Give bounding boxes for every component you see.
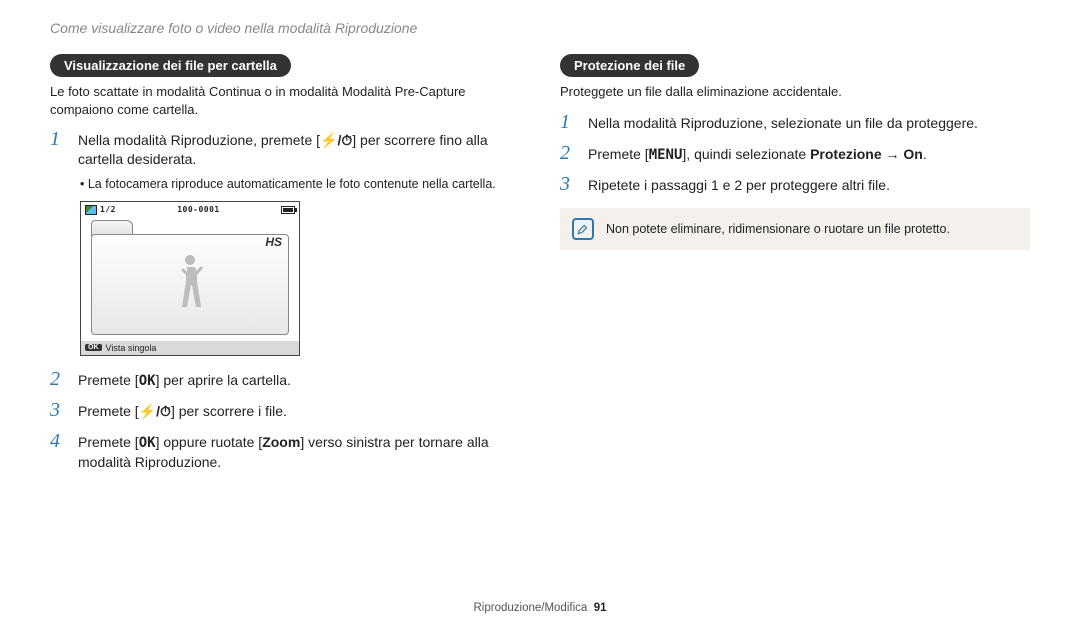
step-number: 3 <box>50 399 68 422</box>
option-protezione: Protezione <box>810 146 882 162</box>
page-number: 91 <box>594 602 607 614</box>
left-step-2: 2 Premete [OK] per aprire la cartella. <box>50 368 520 391</box>
step-number: 1 <box>560 111 578 134</box>
lcd-folder: HS <box>91 220 289 335</box>
step-text: Premete [OK] oppure ruotate [Zoom] verso… <box>78 433 520 472</box>
lcd-bottom-label: Vista singola <box>106 343 157 353</box>
text: Premete [ <box>78 434 139 450</box>
right-step-1: 1 Nella modalità Riproduzione, seleziona… <box>560 111 1030 134</box>
arrow-icon: → <box>882 146 904 162</box>
left-intro: Le foto scattate in modalità Continua o … <box>50 83 520 118</box>
hs-label: HS <box>265 235 282 249</box>
step-text: Ripetete i passaggi 1 e 2 per proteggere… <box>588 176 890 195</box>
flash-timer-icon: ⚡/⏱ <box>139 403 171 419</box>
note-text: Non potete eliminare, ridimensionare o r… <box>606 222 950 236</box>
step-number: 2 <box>50 368 68 391</box>
lcd-counter: 1/2 <box>100 205 116 214</box>
step-number: 3 <box>560 173 578 196</box>
step-number: 1 <box>50 128 68 151</box>
text: Premete [ <box>588 146 649 162</box>
step-text: Nella modalità Riproduzione, premete [⚡/… <box>78 131 520 169</box>
step-text: Premete [MENU], quindi selezionate Prote… <box>588 145 927 165</box>
left-step-3: 3 Premete [⚡/⏱] per scorrere i file. <box>50 399 520 422</box>
step-text: Premete [⚡/⏱] per scorrere i file. <box>78 402 287 421</box>
text: ] oppure ruotate [ <box>156 434 263 450</box>
text: . <box>923 146 927 162</box>
ok-chip-icon: OK <box>85 344 102 351</box>
note-box: Non potete eliminare, ridimensionare o r… <box>560 208 1030 250</box>
note-info-icon <box>572 218 594 240</box>
ok-button-label: OK <box>139 435 156 451</box>
section-pill-left: Visualizzazione dei file per cartella <box>50 54 291 77</box>
step-text: Nella modalità Riproduzione, selezionate… <box>588 114 978 133</box>
content-columns: Visualizzazione dei file per cartella Le… <box>50 54 1030 480</box>
option-on: On <box>903 146 922 162</box>
zoom-control-label: Zoom <box>262 434 300 450</box>
text: Nella modalità Riproduzione, premete [ <box>78 132 320 148</box>
flash-timer-icon: ⚡/⏱ <box>320 132 352 148</box>
left-step-4: 4 Premete [OK] oppure ruotate [Zoom] ver… <box>50 430 520 472</box>
menu-button-label: MENU <box>649 147 683 163</box>
step-text: Premete [OK] per aprire la cartella. <box>78 371 291 391</box>
text: ] per aprire la cartella. <box>156 372 291 388</box>
footer-section: Riproduzione/Modifica <box>474 602 588 614</box>
person-silhouette-icon <box>170 249 210 319</box>
ok-button-label: OK <box>139 373 156 389</box>
text: ] per scorrere i file. <box>171 403 287 419</box>
camera-lcd-preview: 1/2 100-0001 HS OK Vista singola <box>80 201 300 356</box>
breadcrumb: Come visualizzare foto o video nella mod… <box>50 20 1030 36</box>
page-footer: Riproduzione/Modifica 91 <box>0 602 1080 614</box>
lcd-top-bar: 1/2 100-0001 <box>81 202 299 218</box>
left-step-1: 1 Nella modalità Riproduzione, premete [… <box>50 128 520 169</box>
text: Premete [ <box>78 403 139 419</box>
right-step-2: 2 Premete [MENU], quindi selezionate Pro… <box>560 142 1030 165</box>
step-number: 4 <box>50 430 68 453</box>
left-step1-bullet: La fotocamera riproduce automaticamente … <box>80 177 520 191</box>
text: Premete [ <box>78 372 139 388</box>
thumbnail-icon <box>85 205 97 215</box>
right-intro: Proteggete un file dalla eliminazione ac… <box>560 83 1030 101</box>
step-number: 2 <box>560 142 578 165</box>
battery-icon <box>281 206 295 214</box>
section-pill-right: Protezione dei file <box>560 54 699 77</box>
text: ], quindi selezionate <box>682 146 810 162</box>
right-column: Protezione dei file Proteggete un file d… <box>560 54 1030 480</box>
left-column: Visualizzazione dei file per cartella Le… <box>50 54 520 480</box>
right-step-3: 3 Ripetete i passaggi 1 e 2 per protegge… <box>560 173 1030 196</box>
folder-body: HS <box>91 234 289 335</box>
lcd-bottom-bar: OK Vista singola <box>81 341 299 355</box>
lcd-file-id: 100-0001 <box>177 205 220 214</box>
